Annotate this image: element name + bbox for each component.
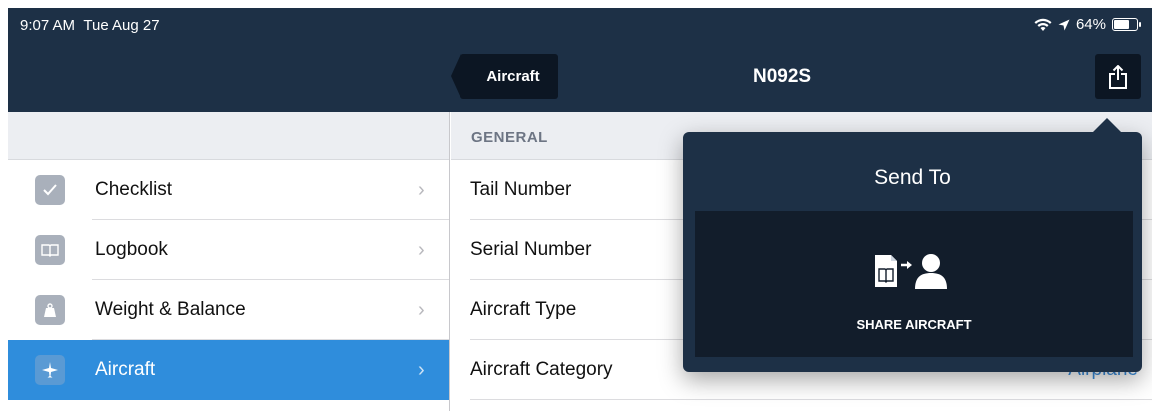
weight-icon bbox=[35, 295, 65, 325]
sidebar-item-logbook[interactable]: Logbook › bbox=[8, 220, 449, 280]
battery-icon bbox=[1112, 18, 1141, 31]
checkmark-icon bbox=[35, 175, 65, 205]
sidebar-item-label: Aircraft bbox=[95, 359, 156, 380]
page-title: N092S bbox=[753, 66, 812, 87]
battery-percent: 64% bbox=[1075, 16, 1106, 33]
navigation-bar: Aircraft N092S bbox=[8, 44, 1152, 112]
status-bar: 9:07 AM Tue Aug 27 64% bbox=[8, 8, 1152, 44]
back-button[interactable]: Aircraft bbox=[451, 54, 558, 99]
battery-fill bbox=[1114, 20, 1130, 29]
chevron-right-icon: › bbox=[418, 359, 425, 381]
row-label: Aircraft Category bbox=[470, 359, 613, 380]
share-aircraft-label: SHARE AIRCRAFT bbox=[856, 317, 972, 332]
chevron-right-icon: › bbox=[418, 299, 425, 321]
sidebar-item-aircraft[interactable]: Aircraft › bbox=[8, 340, 449, 400]
sidebar-item-checklist[interactable]: Checklist › bbox=[8, 160, 449, 220]
share-aircraft-icon bbox=[875, 254, 947, 289]
send-to-popover: Send To SHARE AIRCRAFT bbox=[683, 118, 1142, 372]
sidebar: Checklist › Logbook › Weight & Balance › bbox=[8, 112, 450, 411]
sidebar-item-label: Checklist bbox=[95, 179, 173, 200]
book-icon bbox=[35, 235, 65, 265]
location-arrow-icon bbox=[1058, 19, 1070, 30]
row-label: Serial Number bbox=[470, 239, 592, 260]
row-label: Tail Number bbox=[470, 179, 572, 200]
share-icon bbox=[1109, 64, 1127, 89]
popover-title: Send To bbox=[874, 166, 951, 189]
app-frame: 9:07 AM Tue Aug 27 64% Aircraft N092S Ch… bbox=[8, 8, 1152, 411]
clock-date: Tue Aug 27 bbox=[83, 17, 160, 34]
share-aircraft-button[interactable]: SHARE AIRCRAFT bbox=[695, 211, 1133, 357]
share-button[interactable] bbox=[1095, 54, 1141, 99]
status-indicators: 64% bbox=[1034, 16, 1141, 33]
sidebar-item-label: Logbook bbox=[95, 239, 168, 260]
sidebar-item-weight-balance[interactable]: Weight & Balance › bbox=[8, 280, 449, 340]
chevron-right-icon: › bbox=[418, 239, 425, 261]
wifi-icon bbox=[1034, 18, 1052, 31]
status-time: 9:07 AM Tue Aug 27 bbox=[20, 17, 160, 34]
divider bbox=[470, 399, 1152, 400]
clock-time: 9:07 AM bbox=[20, 17, 76, 34]
row-label: Aircraft Type bbox=[470, 299, 577, 320]
sidebar-header bbox=[8, 112, 449, 160]
sidebar-item-label: Weight & Balance bbox=[95, 299, 246, 320]
chevron-right-icon: › bbox=[418, 179, 425, 201]
airplane-icon bbox=[35, 355, 65, 385]
